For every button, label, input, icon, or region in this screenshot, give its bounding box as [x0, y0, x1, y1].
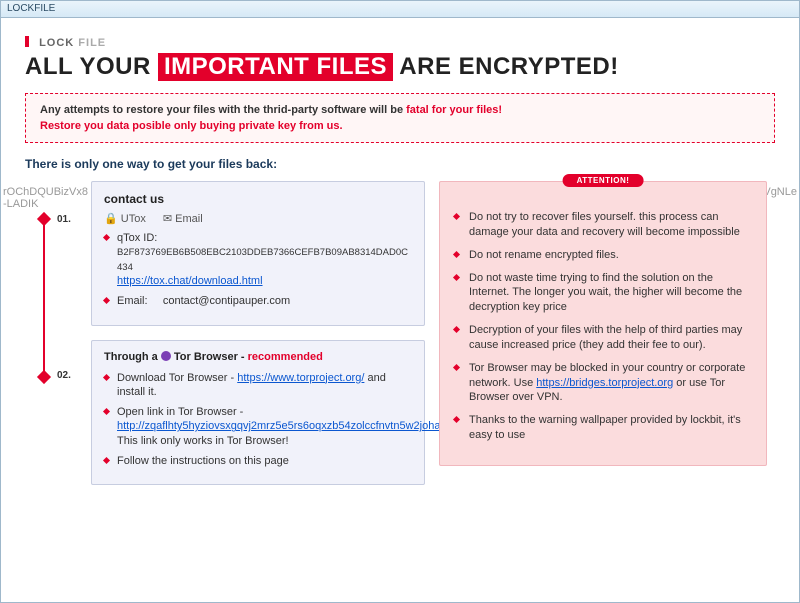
step-02-label: 02. — [57, 370, 71, 381]
onion-link[interactable]: http://zqaflhty5hyziovsxgqvj2mrz5e5rs6oq… — [117, 420, 477, 432]
lock-icon: 🔒 — [104, 213, 118, 225]
tox-download-link[interactable]: https://tox.chat/download.html — [117, 275, 263, 287]
tor-icon — [161, 351, 171, 361]
qtox-label: qTox ID: — [117, 232, 157, 244]
tor-title-b: Tor Browser - — [174, 351, 248, 363]
warn-line2: Restore you data posible only buying pri… — [40, 120, 760, 132]
window-titlebar: LOCKFILE — [0, 0, 800, 18]
attn-item: Do not rename encrypted files. — [469, 248, 752, 263]
tor-dl-a: Download Tor Browser - — [117, 372, 237, 384]
tor-panel: Through a Tor Browser - recommended Down… — [91, 340, 425, 486]
email-label: Email: — [117, 295, 148, 307]
attn-item: Do not waste time trying to find the sol… — [469, 271, 752, 316]
bullet-icon — [453, 251, 460, 258]
headline-highlight: IMPORTANT FILES — [158, 53, 393, 81]
attn-item: Do not try to recover files yourself. th… — [469, 210, 752, 240]
bridges-link[interactable]: https://bridges.torproject.org — [536, 377, 673, 389]
attn-item: Tor Browser may be blocked in your count… — [469, 361, 752, 406]
torproject-link[interactable]: https://www.torproject.org/ — [237, 372, 364, 384]
tor-recommended: recommended — [248, 351, 323, 363]
bullet-icon — [103, 374, 110, 381]
headline-post: ARE ENCRYPTED! — [399, 53, 618, 80]
step-01-label: 01. — [57, 214, 71, 225]
tor-follow: Follow the instructions on this page — [117, 454, 412, 468]
utox-option: 🔒 UTox — [104, 212, 146, 225]
bullet-icon — [103, 457, 110, 464]
tor-open-b: This link only works in Tor Browser! — [117, 435, 289, 447]
bullet-icon — [453, 326, 460, 333]
qtox-id: B2F873769EB6B508EBC2103DDEB7366CEFB7B09A… — [117, 247, 408, 272]
bullet-icon — [453, 364, 460, 371]
tor-title-a: Through a — [104, 351, 161, 363]
tor-open-a: Open link in Tor Browser - — [117, 406, 243, 418]
brand-lock: LOCK — [39, 37, 74, 49]
warning-banner: Any attempts to restore your files with … — [25, 93, 775, 143]
attn-item: Decryption of your files with the help o… — [469, 323, 752, 353]
mail-icon: ✉ — [163, 213, 172, 225]
oneway-heading: There is only one way to get your files … — [25, 157, 775, 171]
brand-file: FILE — [78, 37, 106, 49]
attn-item: Thanks to the warning wallpaper provided… — [469, 413, 752, 443]
warn-fatal: fatal for your files! — [406, 104, 502, 116]
email-option: ✉ Email — [163, 212, 203, 225]
attention-badge: ATTENTION! — [563, 174, 644, 187]
brand-header: LOCK FILE — [25, 36, 775, 49]
bullet-icon — [453, 273, 460, 280]
headline-pre: ALL YOUR — [25, 53, 151, 80]
bullet-icon — [103, 297, 110, 304]
bullet-icon — [103, 234, 110, 241]
email-address: contact@contipauper.com — [163, 295, 290, 307]
warn-line1a: Any attempts to restore your files with … — [40, 104, 406, 116]
bg-fragment-left1: rOChDQUBizVx8 — [3, 186, 88, 198]
window-body: LOCK FILE ALL YOUR IMPORTANT FILES ARE E… — [0, 18, 800, 603]
bullet-icon — [103, 408, 110, 415]
timeline-line — [43, 222, 45, 377]
page-headline: ALL YOUR IMPORTANT FILES ARE ENCRYPTED! — [25, 53, 775, 81]
attention-panel: ATTENTION! Do not try to recover files y… — [439, 181, 767, 466]
contact-title: contact us — [104, 192, 412, 206]
brand-bar-icon — [25, 36, 29, 47]
bg-fragment-left2: -LADIK — [3, 198, 38, 210]
contact-panel: contact us 🔒 UTox ✉ Email — [91, 181, 425, 326]
bullet-icon — [453, 213, 460, 220]
bullet-icon — [453, 416, 460, 423]
